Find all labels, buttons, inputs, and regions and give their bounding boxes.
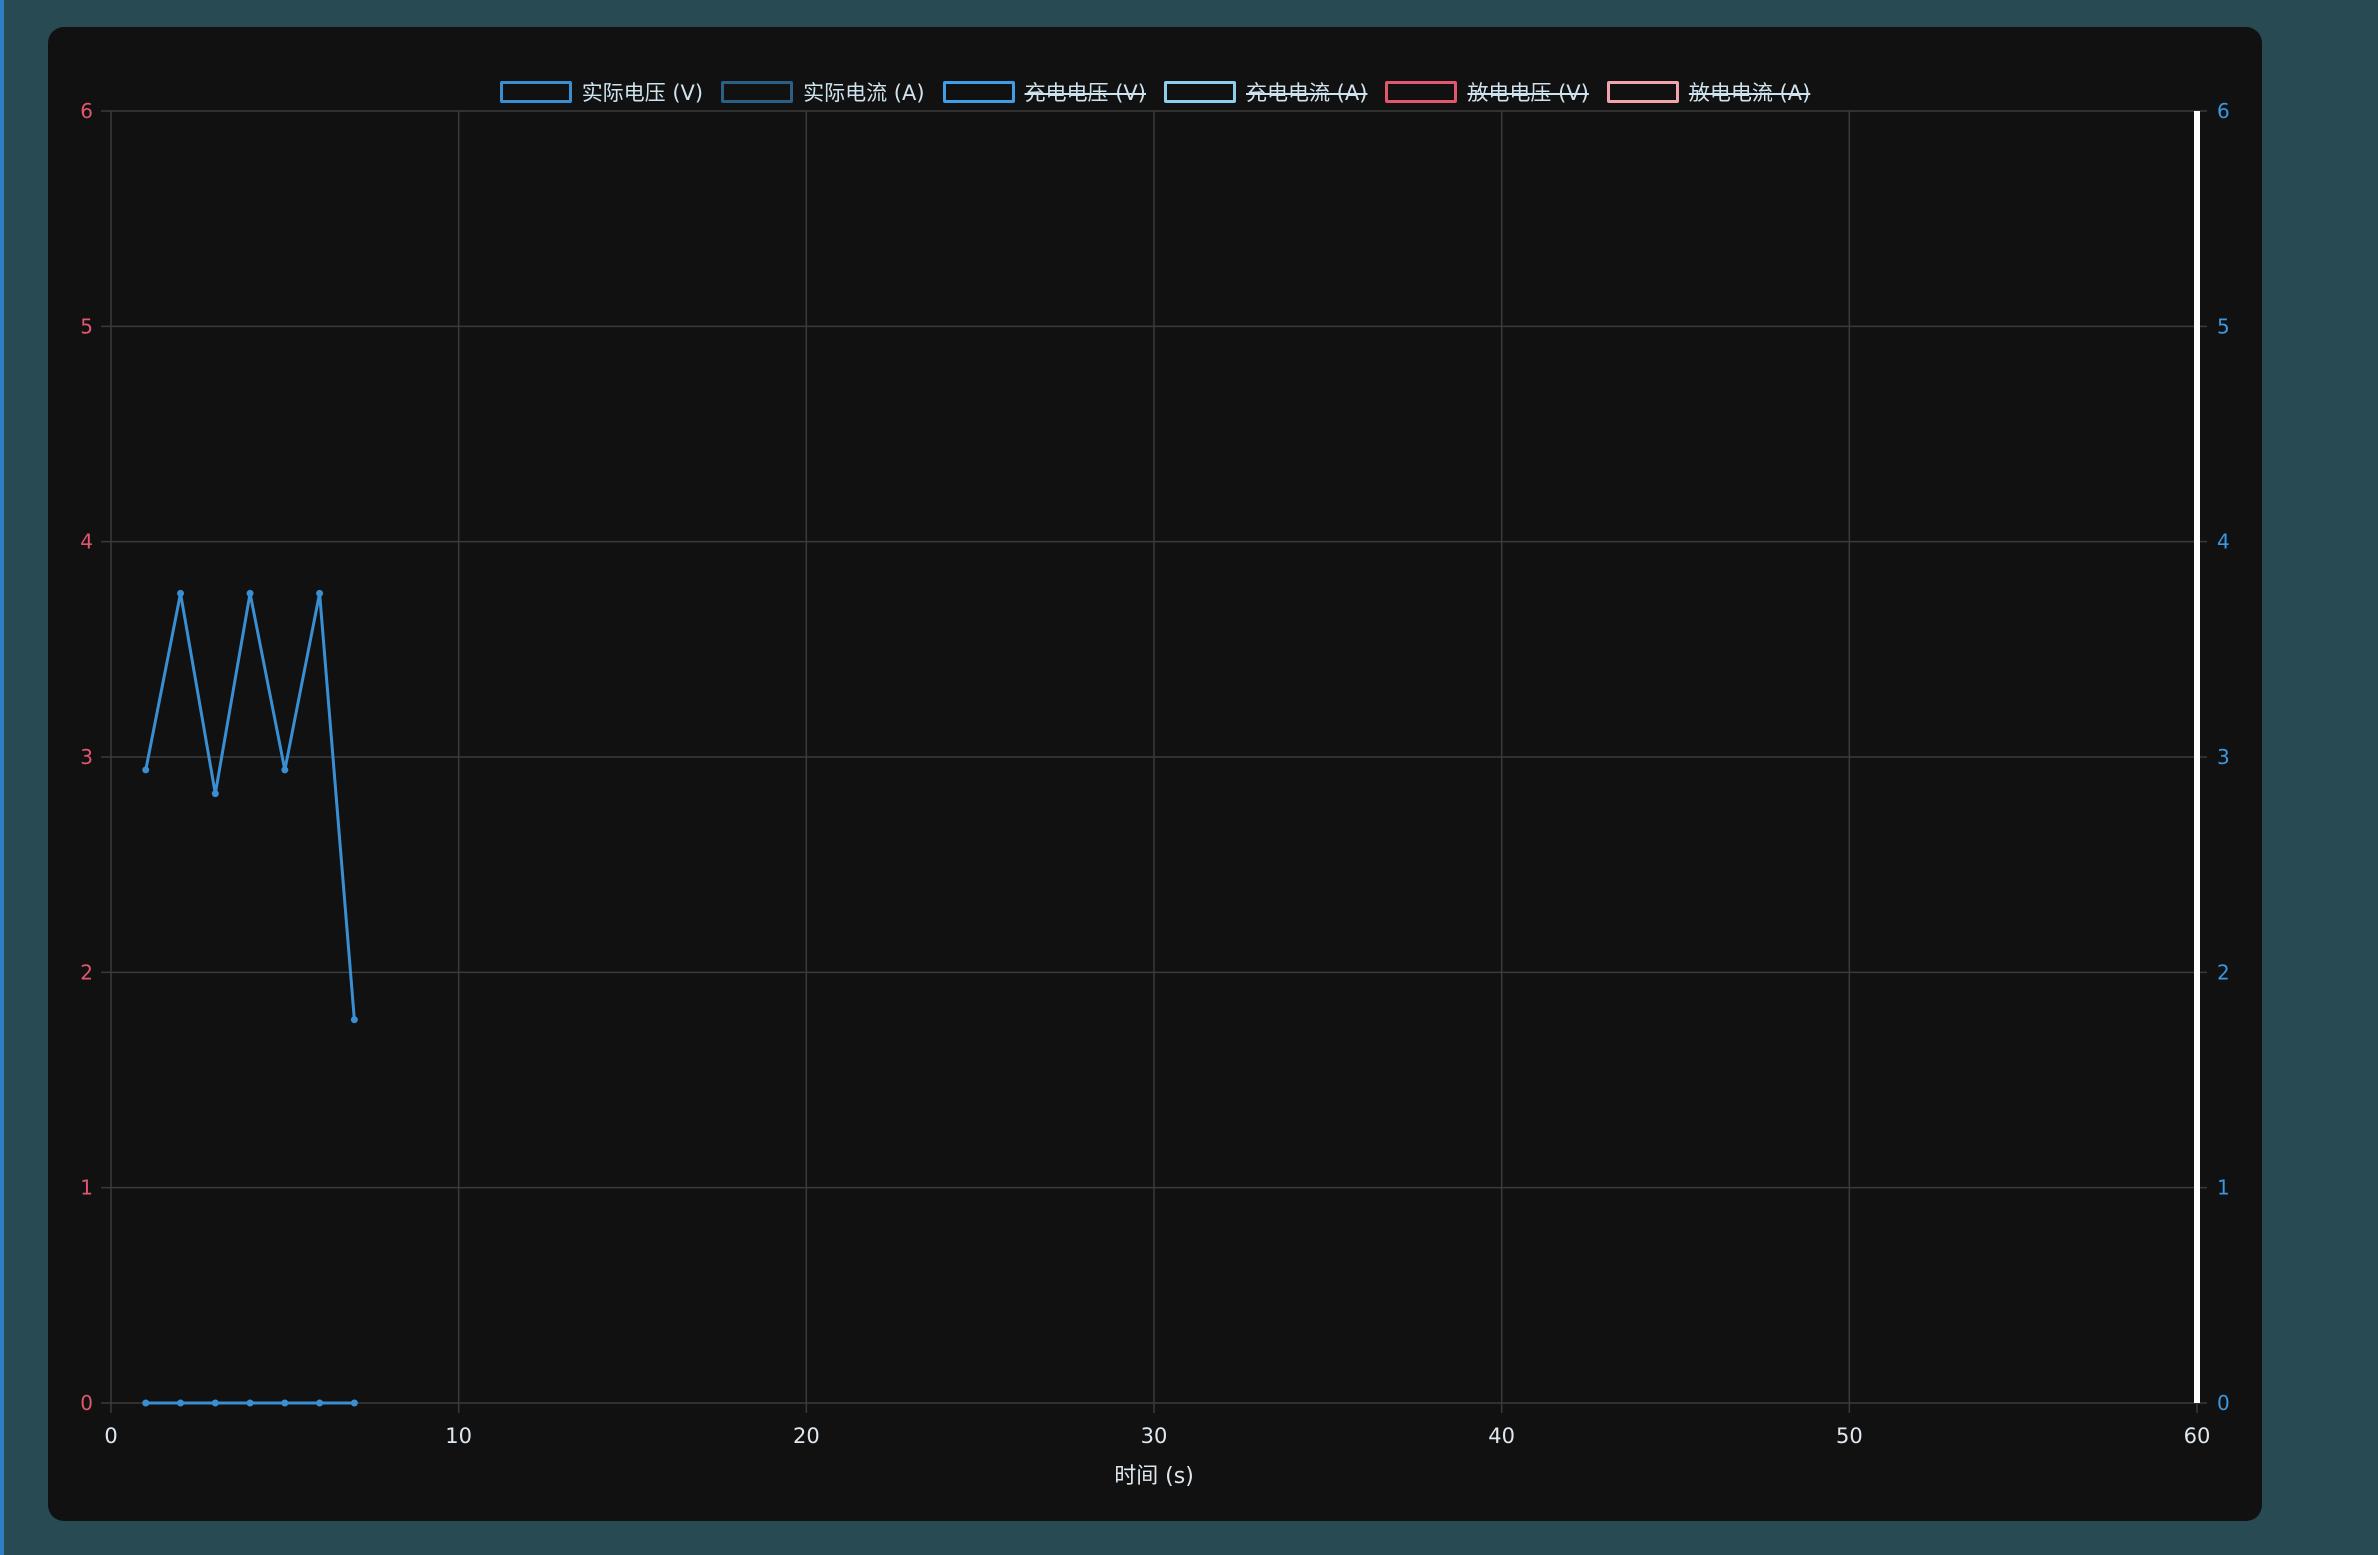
legend-label: 放电电流 (A) xyxy=(1688,81,1811,105)
data-point xyxy=(211,790,219,798)
data-point xyxy=(350,1016,358,1024)
y-left-tick-label: 2 xyxy=(80,960,93,984)
left-accent-bar xyxy=(0,0,4,1555)
legend-swatch xyxy=(1164,81,1236,103)
legend-item[interactable]: 实际电流 (A) xyxy=(721,77,925,107)
data-point xyxy=(246,589,254,597)
x-tick-label: 60 xyxy=(2184,1424,2211,1448)
y-left-tick-label: 3 xyxy=(80,745,93,769)
y-right-tick-label: 2 xyxy=(2217,960,2230,984)
y-left-tick-label: 1 xyxy=(80,1176,93,1200)
data-point xyxy=(316,589,324,597)
data-point xyxy=(281,766,289,774)
y-left-tick-label: 4 xyxy=(80,530,93,554)
legend-item[interactable]: 实际电压 (V) xyxy=(499,77,704,107)
y-left-tick-label: 0 xyxy=(80,1391,93,1415)
legend-label: 实际电压 (V) xyxy=(581,81,704,105)
data-point xyxy=(142,1399,150,1407)
data-point xyxy=(142,766,150,774)
y-right-tick-label: 1 xyxy=(2217,1176,2230,1200)
line-chart: 012345601234560 10 20 30 40 50 60时间 (s) xyxy=(80,99,2230,1489)
x-axis-title: 时间 (s) xyxy=(1114,1464,1194,1489)
chart-card: 0 1 2 3 4 5 6 0 1 2 3 4 5 6 0 10 20 30 40 50 60 时间 (s) 实际电压 (… xyxy=(48,27,2262,1521)
data-point xyxy=(177,589,185,597)
legend-label: 充电电流 (A) xyxy=(1246,81,1368,105)
legend-label: 充电电压 (V) xyxy=(1024,81,1146,105)
data-point xyxy=(316,1399,324,1407)
data-point xyxy=(177,1399,185,1407)
x-tick-label: 50 xyxy=(1836,1424,1863,1448)
y-left-tick-label: 5 xyxy=(80,314,93,338)
legend-swatch xyxy=(1385,81,1458,103)
legend-label: 放电电压 (V) xyxy=(1467,81,1589,105)
data-point xyxy=(246,1399,254,1407)
y-right-tick-label: 3 xyxy=(2217,745,2230,769)
chart-legend: 实际电压 (V) 实际电流 (A) 充电电压 (V) 充电电流 (A) 放电电压 (V)… xyxy=(48,77,2262,107)
series-line xyxy=(144,591,356,1020)
x-tick-label: 20 xyxy=(793,1424,820,1448)
legend-swatch xyxy=(1606,81,1679,103)
x-tick-label: 0 xyxy=(104,1424,117,1448)
x-tick-label: 10 xyxy=(445,1424,472,1448)
legend-item[interactable]: 充电电压 (V) xyxy=(942,77,1146,107)
legend-item[interactable]: 放电电流 (A) xyxy=(1606,77,1811,107)
legend-swatch xyxy=(942,81,1015,103)
x-tick-label: 30 xyxy=(1141,1424,1168,1448)
y-right-tick-label: 5 xyxy=(2217,314,2230,338)
legend-swatch xyxy=(721,81,794,103)
legend-item[interactable]: 放电电压 (V) xyxy=(1385,77,1589,107)
legend-label: 实际电流 (A) xyxy=(803,81,925,105)
legend-swatch xyxy=(499,81,572,103)
x-tick-label: 40 xyxy=(1488,1424,1515,1448)
y-right-tick-label: 0 xyxy=(2217,1391,2230,1415)
y-right-tick-label: 4 xyxy=(2217,530,2230,554)
legend-item[interactable]: 充电电流 (A) xyxy=(1164,77,1367,107)
data-point xyxy=(211,1399,219,1407)
data-point xyxy=(350,1399,358,1407)
data-point xyxy=(281,1399,289,1407)
